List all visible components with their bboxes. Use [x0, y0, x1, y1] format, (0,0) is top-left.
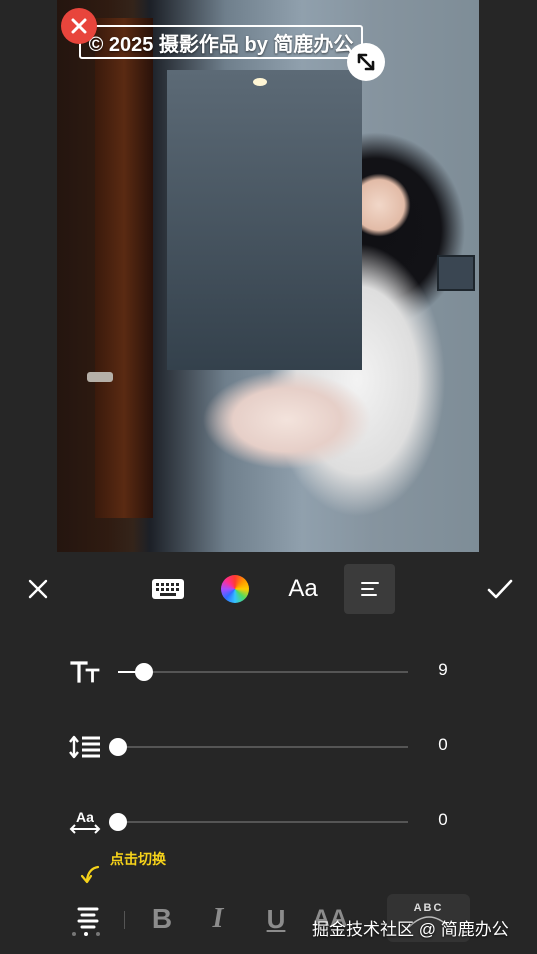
- line-spacing-slider-row: 0: [0, 727, 537, 767]
- hallway: [167, 70, 362, 370]
- font-size-slider[interactable]: [118, 663, 408, 681]
- letter-spacing-value: 0: [438, 810, 448, 829]
- door-frame: [95, 18, 153, 518]
- underline-label: U: [266, 903, 286, 934]
- photo: [57, 0, 479, 552]
- font-size-icon: [66, 658, 104, 686]
- line-spacing-slider[interactable]: [109, 738, 408, 756]
- editor-toolbar: Aa: [0, 552, 537, 626]
- curved-arrow-icon: [80, 865, 100, 884]
- letter-spacing-icon: Aa: [66, 808, 104, 836]
- font-size-slider-row: 9: [0, 652, 537, 692]
- switch-hint: 点击切换: [110, 851, 166, 867]
- align-center-icon: [77, 907, 99, 929]
- resize-watermark-button[interactable]: [347, 43, 385, 81]
- line-spacing-icon: [66, 733, 104, 761]
- italic-button[interactable]: I: [198, 901, 238, 937]
- canvas-area: © 2025 摄影作品 by 简鹿办公: [0, 0, 537, 552]
- cancel-button[interactable]: [18, 564, 58, 614]
- keyboard-button[interactable]: [146, 564, 190, 614]
- page-dots: [72, 932, 100, 936]
- diagonal-resize-icon: [357, 53, 375, 71]
- color-wheel-icon: [221, 575, 249, 603]
- credit-watermark: 掘金技术社区 @ 简鹿办公: [312, 920, 509, 939]
- arc-text-label: ABC: [413, 902, 444, 914]
- letter-spacing-slider-row: Aa 0: [0, 802, 537, 842]
- font-size-value: 9: [438, 660, 448, 679]
- page-dot: [96, 932, 100, 936]
- align-left-icon: [360, 582, 379, 596]
- font-size-slider-thumb[interactable]: [135, 663, 153, 681]
- page-dot-active: [84, 932, 88, 936]
- confirm-button[interactable]: [478, 564, 522, 614]
- underline-button[interactable]: U: [256, 901, 296, 937]
- ceiling-light: [253, 78, 267, 86]
- wall-switch: [437, 255, 475, 291]
- divider: [124, 911, 125, 929]
- line-spacing-slider-thumb[interactable]: [109, 738, 127, 756]
- watermark-text[interactable]: © 2025 摄影作品 by 简鹿办公: [89, 28, 354, 57]
- text-format-bar: B I U AA ABC 掘金技术社区 @ 简鹿办公: [0, 887, 537, 954]
- close-icon: [28, 579, 48, 599]
- delete-watermark-button[interactable]: [61, 8, 97, 44]
- bold-label: B: [151, 903, 173, 934]
- align-button[interactable]: [344, 564, 395, 614]
- font-label: Aa: [288, 575, 318, 602]
- page-dot: [72, 932, 76, 936]
- bold-button[interactable]: B: [142, 901, 182, 937]
- italic-label: I: [212, 903, 224, 934]
- color-button[interactable]: [212, 564, 258, 614]
- text-style-panel: Aa 9 0 Aa 0 点击切换 B I U AA ABC 掘金技术社区 @ 简…: [0, 552, 537, 954]
- watermark-text-box[interactable]: © 2025 摄影作品 by 简鹿办公: [79, 25, 363, 59]
- close-x-icon: [71, 18, 87, 34]
- letter-spacing-slider[interactable]: [109, 813, 408, 831]
- font-button[interactable]: Aa: [279, 564, 327, 614]
- keyboard-icon: [152, 579, 184, 599]
- line-spacing-value: 0: [438, 735, 448, 754]
- letter-spacing-icon-text: Aa: [76, 809, 94, 825]
- checkmark-icon: [487, 579, 513, 599]
- door-handle: [87, 372, 113, 382]
- letter-spacing-slider-thumb[interactable]: [109, 813, 127, 831]
